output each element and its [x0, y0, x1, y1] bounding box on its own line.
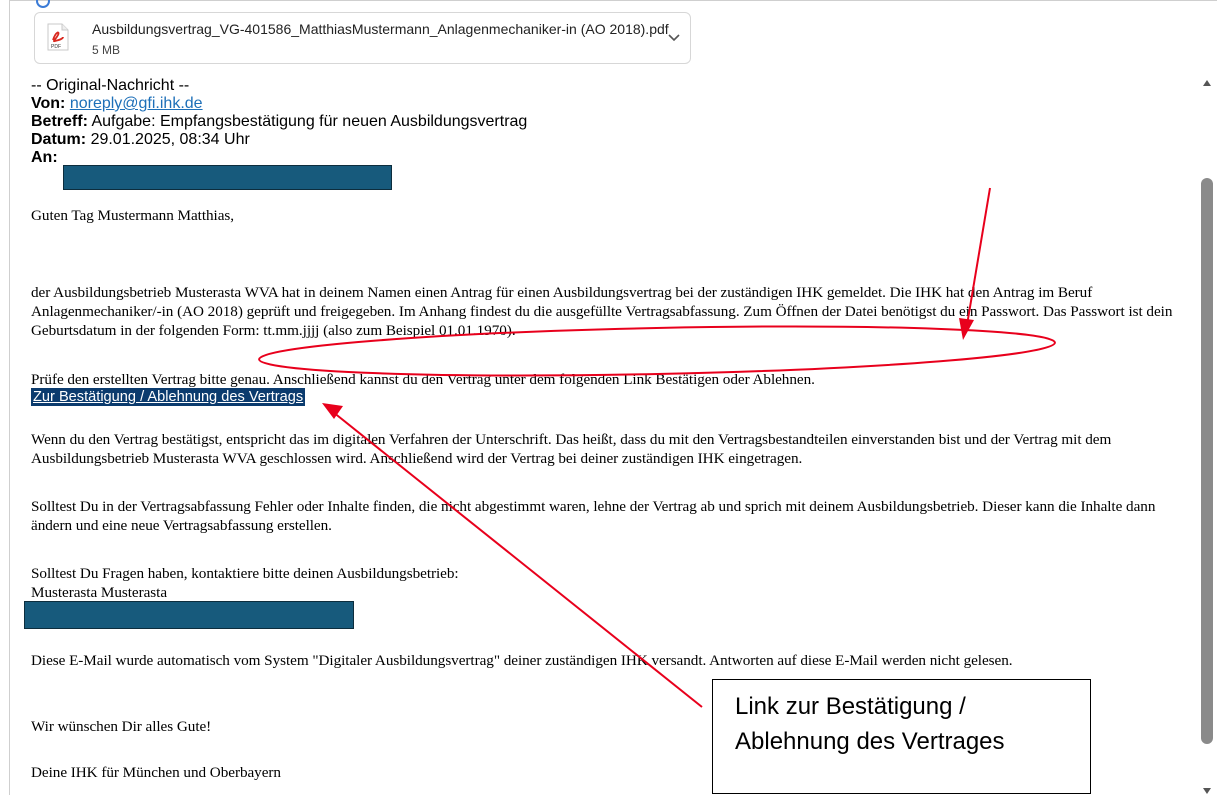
body-paragraph-5: Diese E-Mail wurde automatisch vom Syste…: [31, 652, 1013, 669]
date-label: Datum:: [31, 131, 87, 148]
chevron-down-icon[interactable]: [666, 29, 682, 45]
body-paragraph-1: der Ausbildungsbetrieb Musterasta WVA ha…: [31, 284, 1173, 339]
from-line: Von: noreply@gfi.ihk.de: [31, 95, 203, 113]
confirm-reject-link[interactable]: Zur Bestätigung / Ablehnung des Vertrags: [31, 388, 306, 406]
body-paragraph-4: Solltest Du Fragen haben, kontaktiere bi…: [31, 565, 459, 582]
subject-value: Aufgabe: Empfangsbestätigung für neuen A…: [91, 113, 528, 130]
date-line: Datum: 29.01.2025, 08:34 Uhr: [31, 131, 250, 149]
annotation-callout-box: Link zur Bestätigung / Ablehnung des Ver…: [712, 679, 1091, 794]
to-line: An:: [31, 149, 58, 167]
attachment-filename[interactable]: Ausbildungsvertrag_VG-401586_MatthiasMus…: [92, 21, 669, 37]
to-label: An:: [31, 149, 58, 166]
attachment-size: 5 MB: [92, 43, 121, 57]
redacted-recipient: [63, 165, 392, 190]
callout-line-1: Link zur Bestätigung /: [735, 693, 966, 720]
scroll-up-arrow-icon[interactable]: [1202, 78, 1212, 88]
body-paragraph-1b: Prüfe den erstellten Vertrag bitte genau…: [31, 371, 815, 388]
body-paragraph-2: Wenn du den Vertrag bestätigst, entspric…: [31, 431, 1112, 467]
attachment-card[interactable]: PDF Ausbildungsvertrag_VG-401586_Matthia…: [34, 12, 691, 64]
redacted-company-details: [24, 601, 354, 629]
subject-line: Betreff: Aufgabe: Empfangsbestätigung fü…: [31, 113, 527, 131]
original-message-label: -- Original-Nachricht --: [31, 77, 190, 94]
svg-text:PDF: PDF: [51, 44, 61, 50]
greeting: Guten Tag Mustermann Matthias,: [31, 207, 234, 224]
pdf-icon: PDF: [47, 23, 69, 51]
scrollbar-thumb[interactable]: [1201, 178, 1213, 744]
from-label: Von:: [31, 95, 66, 112]
body-paragraph-3: Solltest Du in der Vertragsabfassung Feh…: [31, 498, 1156, 534]
subject-label: Betreff:: [31, 113, 88, 130]
company-name: Musterasta Musterasta: [31, 584, 168, 601]
callout-line-2: Ablehnung des Vertrages: [735, 728, 1005, 755]
date-value: 29.01.2025, 08:34 Uhr: [90, 131, 250, 148]
from-email-link[interactable]: noreply@gfi.ihk.de: [70, 95, 203, 112]
